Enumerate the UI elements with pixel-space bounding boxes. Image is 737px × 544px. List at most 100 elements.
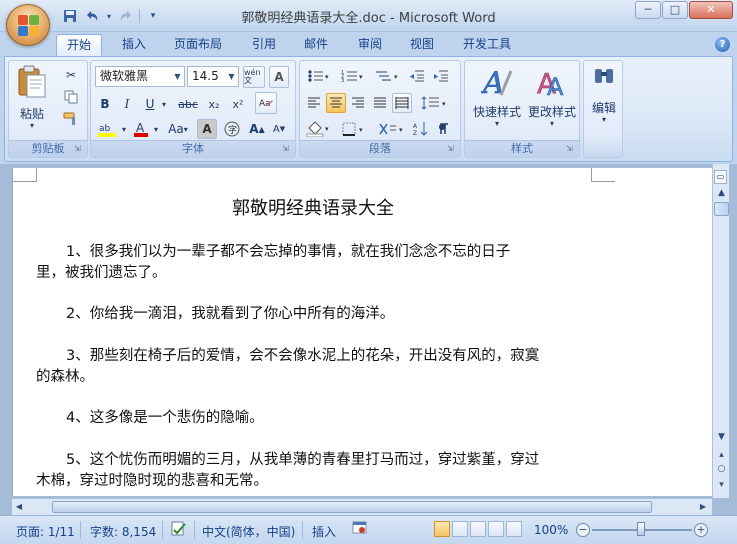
tab-page-layout[interactable]: 页面布局 bbox=[168, 34, 228, 56]
print-layout-view-button[interactable] bbox=[434, 521, 450, 537]
line-spacing-button[interactable]: ▾ bbox=[418, 93, 452, 113]
scroll-right-icon[interactable]: ▶ bbox=[696, 500, 710, 514]
clear-formatting-button[interactable]: Aa bbox=[255, 92, 277, 114]
styles-launcher-icon[interactable]: ⇲ bbox=[566, 144, 576, 154]
outline-view-button[interactable] bbox=[488, 521, 504, 537]
full-screen-reading-view-button[interactable] bbox=[452, 521, 468, 537]
shrink-font-button[interactable]: A ▼ bbox=[269, 119, 289, 139]
font-color-button[interactable]: A bbox=[131, 119, 151, 139]
highlight-button[interactable]: ab bbox=[95, 119, 119, 139]
previous-page-icon[interactable]: ▴ bbox=[714, 448, 729, 463]
draft-view-button[interactable] bbox=[506, 521, 522, 537]
tab-references[interactable]: 引用 bbox=[242, 34, 286, 56]
highlight-dropdown-icon[interactable]: ▾ bbox=[119, 119, 129, 139]
shading-button[interactable]: ▾ bbox=[304, 119, 334, 139]
page-indicator[interactable]: 页面: 1/11 bbox=[16, 523, 75, 540]
show-marks-button[interactable] bbox=[434, 119, 454, 139]
superscript-button[interactable]: x² bbox=[227, 94, 249, 114]
align-right-button[interactable] bbox=[348, 93, 368, 113]
copy-icon[interactable] bbox=[61, 87, 81, 107]
italic-button[interactable]: I bbox=[117, 94, 137, 114]
help-icon[interactable]: ? bbox=[715, 37, 730, 52]
office-button[interactable] bbox=[6, 4, 50, 46]
numbering-button[interactable]: 1 2 3 ▾ bbox=[338, 66, 368, 86]
format-painter-icon[interactable] bbox=[61, 109, 81, 129]
chevron-down-icon[interactable]: ▼ bbox=[171, 67, 184, 86]
horizontal-scrollbar[interactable]: ◀ ▶ bbox=[12, 498, 712, 515]
next-page-icon[interactable]: ▾ bbox=[714, 478, 729, 493]
svg-text:A: A bbox=[547, 73, 564, 99]
borders-icon: ▾ bbox=[342, 122, 363, 136]
scroll-left-icon[interactable]: ◀ bbox=[12, 500, 26, 514]
tab-review[interactable]: 审阅 bbox=[348, 34, 392, 56]
svg-text:Z: Z bbox=[413, 130, 417, 137]
quick-styles-button[interactable]: A 快速样式 ▾ bbox=[469, 65, 525, 135]
scroll-down-icon[interactable]: ▼ bbox=[714, 430, 729, 445]
strikethrough-button[interactable]: abc bbox=[175, 94, 201, 114]
language-indicator[interactable]: 中文(简体，中国) bbox=[202, 523, 295, 540]
borders-button[interactable]: ▾ bbox=[340, 119, 370, 139]
view-ruler-icon[interactable]: ▭ bbox=[714, 170, 727, 184]
tab-view[interactable]: 视图 bbox=[400, 34, 444, 56]
maximize-button[interactable]: □ bbox=[662, 1, 688, 19]
scroll-up-icon[interactable]: ▲ bbox=[714, 186, 729, 201]
change-styles-button[interactable]: A A 更改样式 ▾ bbox=[525, 65, 579, 135]
document-page[interactable]: 郭敬明经典语录大全 1、很多我们以为一辈子都不会忘掉的事情，就在我们念念不忘的日… bbox=[12, 168, 712, 496]
zoom-in-icon[interactable]: + bbox=[694, 523, 708, 537]
change-case-label: Aa bbox=[168, 122, 184, 136]
grow-font-button[interactable]: A ▲ bbox=[247, 119, 267, 139]
align-center-button[interactable] bbox=[326, 93, 346, 113]
align-left-button[interactable] bbox=[304, 93, 324, 113]
chinese-layout-button[interactable]: ▾ bbox=[376, 119, 408, 139]
font-color-dropdown-icon[interactable]: ▾ bbox=[151, 119, 161, 139]
clipboard-launcher-icon[interactable]: ⇲ bbox=[74, 144, 84, 154]
subscript-button[interactable]: x₂ bbox=[203, 94, 225, 114]
underline-dropdown-icon[interactable]: ▾ bbox=[159, 94, 169, 114]
tab-home[interactable]: 开始 bbox=[56, 34, 102, 56]
svg-text:字: 字 bbox=[228, 124, 237, 136]
horizontal-scroll-thumb[interactable] bbox=[52, 501, 652, 513]
increase-indent-icon bbox=[434, 70, 448, 82]
minimize-button[interactable]: ─ bbox=[635, 1, 661, 19]
proofing-icon[interactable] bbox=[170, 521, 188, 540]
distributed-button[interactable] bbox=[392, 93, 412, 113]
editing-dropdown-icon: ▾ bbox=[601, 115, 606, 124]
tab-developer[interactable]: 开发工具 bbox=[456, 34, 518, 56]
chevron-down-icon[interactable]: ▼ bbox=[225, 67, 238, 86]
justify-button[interactable] bbox=[370, 93, 390, 113]
clear-formatting-icon: Aa bbox=[259, 99, 273, 109]
paragraph-launcher-icon[interactable]: ⇲ bbox=[447, 144, 457, 154]
font-size-combo[interactable]: 14.5 ▼ bbox=[187, 66, 239, 87]
font-launcher-icon[interactable]: ⇲ bbox=[282, 144, 292, 154]
multilevel-list-button[interactable]: ▾ bbox=[372, 66, 404, 86]
macro-record-icon[interactable] bbox=[352, 520, 368, 539]
character-border-button[interactable]: A bbox=[269, 66, 289, 88]
underline-button[interactable]: U bbox=[141, 94, 159, 114]
increase-indent-button[interactable] bbox=[430, 66, 452, 86]
web-layout-view-button[interactable] bbox=[470, 521, 486, 537]
insert-mode[interactable]: 插入 bbox=[312, 523, 336, 540]
character-shading-button[interactable]: A bbox=[197, 119, 217, 139]
sort-button[interactable]: AZ bbox=[410, 119, 432, 139]
vertical-scroll-thumb[interactable] bbox=[714, 202, 729, 216]
word-count[interactable]: 字数: 8,154 bbox=[90, 523, 156, 540]
phonetic-guide-button[interactable]: wén 文 bbox=[243, 66, 265, 88]
zoom-out-icon[interactable]: − bbox=[576, 523, 590, 537]
zoom-slider-thumb[interactable] bbox=[637, 522, 645, 536]
enclose-characters-button[interactable]: 字 bbox=[221, 119, 243, 139]
vertical-scrollbar[interactable]: ▲ ▼ ▴ ○ ▾ bbox=[712, 164, 729, 498]
bold-button[interactable]: B bbox=[95, 94, 115, 114]
browse-object-icon[interactable]: ○ bbox=[714, 462, 729, 477]
change-case-button[interactable]: Aa ▾ bbox=[165, 119, 191, 139]
editing-group[interactable]: 编辑 ▾ bbox=[583, 60, 623, 158]
paste-button[interactable]: 粘贴 ▾ bbox=[15, 65, 49, 133]
grow-font-label: A bbox=[249, 122, 259, 136]
decrease-indent-button[interactable] bbox=[406, 66, 428, 86]
tab-mailings[interactable]: 邮件 bbox=[294, 34, 338, 56]
zoom-level[interactable]: 100% bbox=[534, 523, 568, 537]
font-name-combo[interactable]: 微软雅黑 ▼ bbox=[95, 66, 185, 87]
close-button[interactable]: ✕ bbox=[689, 1, 733, 19]
bullets-button[interactable]: ▾ bbox=[304, 66, 334, 86]
cut-icon[interactable]: ✂ bbox=[61, 65, 81, 85]
tab-insert[interactable]: 插入 bbox=[112, 34, 156, 56]
